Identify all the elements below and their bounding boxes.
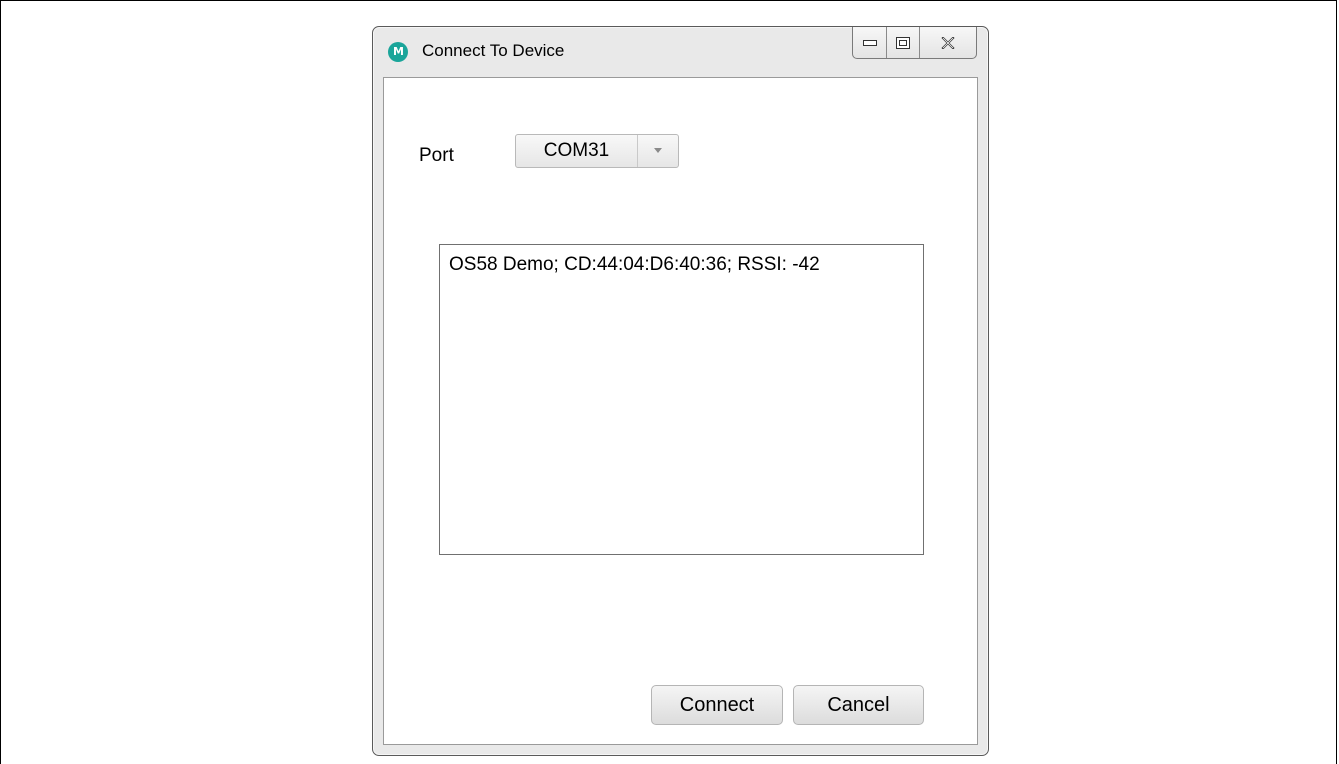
dropdown-arrow-button[interactable] xyxy=(638,135,678,167)
connect-button[interactable]: Connect xyxy=(651,685,783,725)
close-icon xyxy=(941,36,955,49)
title-bar[interactable]: M Connect To Device xyxy=(373,27,988,77)
list-item[interactable]: OS58 Demo; CD:44:04:D6:40:36; RSSI: -42 xyxy=(449,253,923,277)
caption-buttons xyxy=(852,27,977,59)
device-list[interactable]: OS58 Demo; CD:44:04:D6:40:36; RSSI: -42 xyxy=(439,244,924,555)
cancel-button[interactable]: Cancel xyxy=(793,685,924,725)
minimize-button[interactable] xyxy=(853,27,887,58)
connect-dialog: M Connect To Device Port COM31 OS58 Demo… xyxy=(372,26,989,756)
maximize-button[interactable] xyxy=(887,27,920,58)
close-button[interactable] xyxy=(920,27,976,58)
window-title: Connect To Device xyxy=(422,41,565,60)
maximize-icon xyxy=(896,36,910,49)
dialog-content: Port COM31 OS58 Demo; CD:44:04:D6:40:36;… xyxy=(383,77,978,745)
minimize-icon xyxy=(862,39,877,46)
chevron-down-icon xyxy=(654,148,662,153)
port-select[interactable]: COM31 xyxy=(515,134,679,168)
port-select-value: COM31 xyxy=(516,135,638,167)
port-label: Port xyxy=(419,145,454,166)
maxim-logo-icon: M xyxy=(388,42,408,62)
